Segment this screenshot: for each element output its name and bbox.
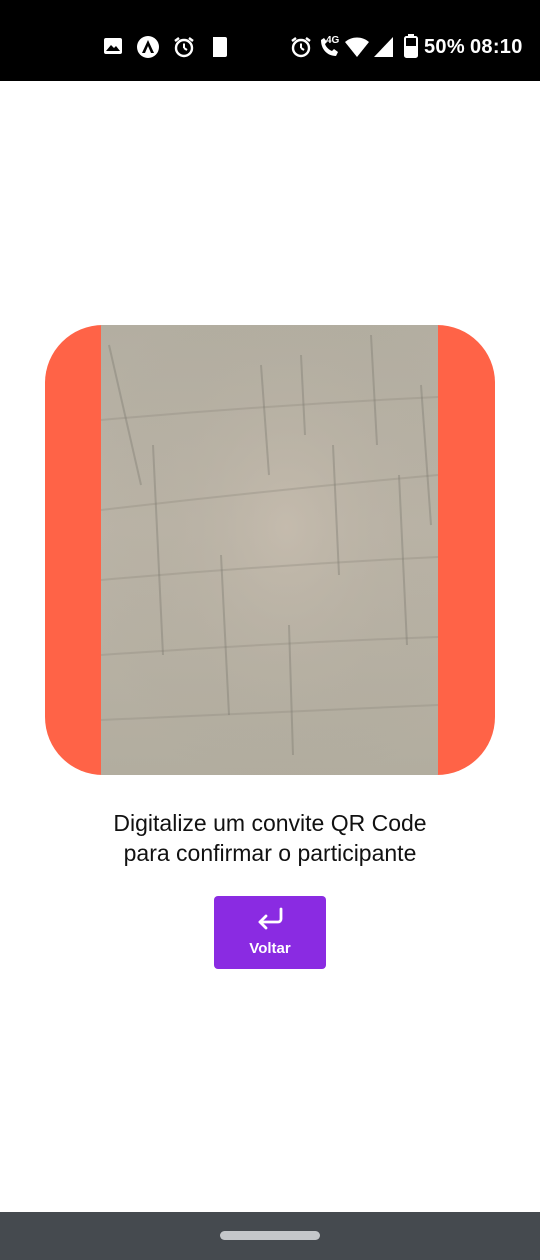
instructions-line-2: para confirmar o participante (123, 840, 417, 866)
system-nav-bar (0, 1212, 540, 1260)
file-icon (213, 37, 227, 57)
scan-instructions: Digitalize um convite QR Code para confi… (0, 808, 540, 868)
camera-preview (101, 325, 438, 775)
signal-icon (374, 37, 393, 57)
camera-texture (101, 325, 438, 775)
alarm-icon (174, 37, 194, 58)
qr-scanner-frame (45, 325, 495, 775)
status-clock: 08:10 (470, 36, 523, 58)
back-button[interactable]: Voltar (214, 896, 326, 969)
battery-percent: 50% (424, 36, 465, 58)
alarm-icon (291, 37, 311, 58)
image-icon (104, 38, 122, 54)
status-bar: 4G 50% 08:10 (0, 0, 540, 81)
battery-icon (404, 34, 418, 58)
app-logo-icon (137, 36, 159, 58)
home-gesture-handle[interactable] (220, 1231, 320, 1240)
wifi-icon (345, 37, 369, 57)
instructions-line-1: Digitalize um convite QR Code (113, 810, 427, 836)
network-type-label: 4G (326, 35, 340, 46)
back-button-label: Voltar (249, 940, 291, 957)
return-arrow-icon (258, 907, 283, 930)
